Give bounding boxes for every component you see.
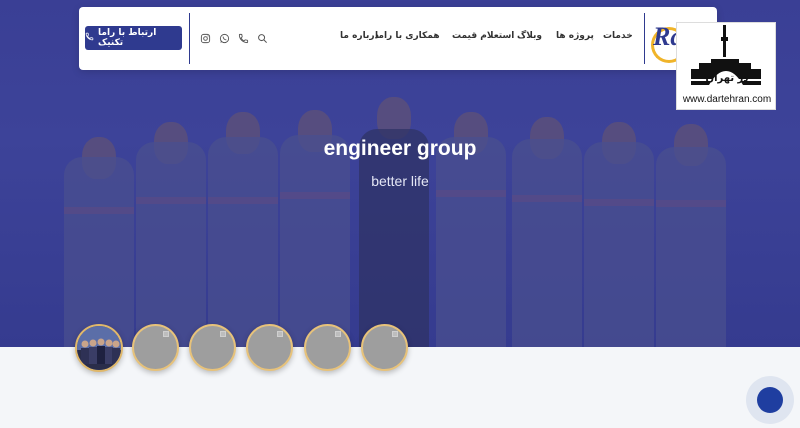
nav-item-projects[interactable]: پروژه ها: [556, 31, 594, 41]
broken-image-icon: [335, 331, 341, 337]
nav-item-price-inquiry[interactable]: استعلام قیمت: [452, 31, 514, 41]
whatsapp-icon[interactable]: [217, 31, 231, 45]
broken-image-icon: [163, 331, 169, 337]
contact-button-label: ارتباط با راما تکنیک: [98, 28, 157, 48]
nav-item-services[interactable]: خدمات: [603, 31, 633, 41]
broken-image-icon: [220, 331, 226, 337]
slider-thumbnail[interactable]: [132, 324, 179, 371]
slider-thumbnail[interactable]: [75, 324, 123, 372]
broken-image-icon: [277, 331, 283, 337]
slider-thumbnail[interactable]: [189, 324, 236, 371]
watermark-url: www.dartehran.com: [682, 94, 772, 105]
broken-image-icon: [392, 331, 398, 337]
chat-widget-button[interactable]: [746, 376, 794, 424]
divider: [189, 13, 190, 64]
instagram-icon[interactable]: [198, 31, 212, 45]
contact-button[interactable]: ارتباط با راما تکنیک: [85, 26, 182, 50]
nav-item-blog[interactable]: وبلاگ: [517, 31, 542, 41]
watermark-brand: در تهران: [705, 73, 749, 84]
watermark-badge: در تهران www.dartehran.com: [676, 22, 776, 110]
hero-title: engineer group: [323, 137, 477, 160]
nav-item-cooperation[interactable]: همکاری با راما: [375, 31, 440, 41]
phone-icon: [85, 32, 94, 44]
phone-icon[interactable]: [236, 31, 250, 45]
hero-background-image: [60, 55, 740, 347]
hero-subtitle: better life: [371, 173, 429, 189]
chat-icon: [757, 387, 783, 413]
slider-thumbnail[interactable]: [361, 324, 408, 371]
slider-thumbnail[interactable]: [246, 324, 293, 371]
top-navbar: ارتباط با راما تکنیک درباره ما همکاری با…: [79, 7, 717, 70]
slider-thumbnail[interactable]: [304, 324, 351, 371]
divider: [644, 13, 645, 64]
search-icon[interactable]: [255, 31, 269, 45]
nav-item-about[interactable]: درباره ما: [340, 31, 379, 41]
